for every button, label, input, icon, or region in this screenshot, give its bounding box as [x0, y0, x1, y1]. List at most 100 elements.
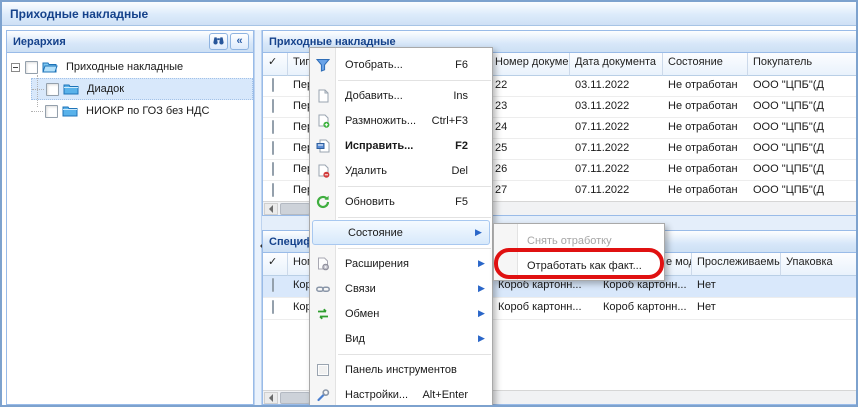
cell-check[interactable]: [263, 97, 288, 117]
tree-branch-line: [32, 89, 44, 90]
menu-item-label: Связи: [336, 283, 478, 295]
menu-item-вид[interactable]: Вид▶: [310, 326, 492, 351]
scroll-left-icon[interactable]: [264, 392, 278, 404]
hierarchy-title: Иерархия: [13, 36, 207, 48]
column-header-check[interactable]: ✓: [263, 53, 288, 76]
cell-date: 03.11.2022: [570, 97, 663, 117]
column-header-packing[interactable]: Упаковка: [781, 253, 858, 276]
tree-item-checkbox[interactable]: [45, 105, 58, 118]
cell-number: 25: [490, 139, 570, 159]
row-checkbox[interactable]: [272, 99, 274, 113]
row-checkbox[interactable]: [272, 300, 274, 314]
tree-item[interactable]: НИОКР по ГОЗ без НДС: [31, 100, 253, 122]
cell-state: Не отработан: [663, 118, 748, 138]
column-header-state[interactable]: Состояние: [663, 53, 748, 76]
menu-item-label: Добавить...: [336, 90, 453, 102]
tree-item[interactable]: Приходные накладные: [7, 56, 253, 78]
search-button[interactable]: [209, 33, 228, 50]
cell-date: 07.11.2022: [570, 181, 663, 201]
documents-title: Приходные накладные: [269, 36, 857, 48]
cell-date: 07.11.2022: [570, 118, 663, 138]
cell-state: Не отработан: [663, 160, 748, 180]
folder-closed-icon: [63, 83, 79, 96]
cell-check[interactable]: [263, 118, 288, 138]
cell-col_a: Короб картонн...: [493, 298, 598, 319]
menu-item-панель-инструментов[interactable]: Панель инструментов: [310, 357, 492, 382]
menu-separator: [338, 80, 491, 81]
menu-item-label: Размножить...: [336, 115, 432, 127]
menu-item-label: Расширения: [336, 258, 478, 270]
menu-item-обновить[interactable]: ОбновитьF5: [310, 189, 492, 214]
window-title: Приходные накладные: [10, 7, 148, 21]
column-header-number[interactable]: Номер документа.: [490, 53, 570, 76]
menu-item-удалить[interactable]: УдалитьDel: [310, 158, 492, 183]
cell-number: 23: [490, 97, 570, 117]
submenu-item-label: Снять отработку: [518, 235, 664, 247]
menu-item-добавить[interactable]: Добавить...Ins: [310, 83, 492, 108]
cell-traceable: Нет: [692, 276, 781, 297]
submenu-arrow-icon: ▶: [475, 227, 489, 238]
row-checkbox[interactable]: [272, 162, 274, 176]
page-minus-icon: [310, 164, 336, 178]
context-menu: Отобрать...F6Добавить...InsРазмножить...…: [309, 47, 493, 407]
menu-item-label: Удалить: [336, 165, 451, 177]
menu-item-исправить[interactable]: Исправить...F2: [310, 133, 492, 158]
cell-check[interactable]: [263, 160, 288, 180]
vertical-splitter[interactable]: [254, 30, 262, 405]
cell-number: 26: [490, 160, 570, 180]
submenu-arrow-icon: ▶: [478, 308, 492, 319]
filter-icon: [310, 58, 336, 72]
menu-item-shortcut: F5: [455, 196, 478, 208]
tree-item-checkbox[interactable]: [46, 83, 59, 96]
scroll-thumb[interactable]: [280, 392, 310, 404]
row-checkbox[interactable]: [272, 120, 274, 134]
cell-check[interactable]: [263, 298, 288, 319]
menu-item-shortcut: F6: [455, 59, 478, 71]
cell-traceable: Нет: [692, 298, 781, 319]
menu-item-label: Обновить: [336, 196, 455, 208]
tree-item-checkbox[interactable]: [25, 61, 38, 74]
cell-check[interactable]: [263, 139, 288, 159]
cell-check[interactable]: [263, 76, 288, 96]
menu-item-связи[interactable]: Связи▶: [310, 276, 492, 301]
app-window: Приходные накладные Иерархия « Приходные…: [0, 0, 858, 407]
cell-state: Не отработан: [663, 76, 748, 96]
hierarchy-panel: Иерархия « Приходные накладные Диадок НИОК…: [6, 30, 254, 405]
menu-item-label: Настройки...: [336, 389, 422, 401]
tree-branch-line: [31, 111, 43, 112]
chain-icon: [310, 282, 336, 296]
menu-item-расширения[interactable]: Расширения▶: [310, 251, 492, 276]
menu-item-размножить[interactable]: Размножить...Ctrl+F3: [310, 108, 492, 133]
hierarchy-tree: Приходные накладные Диадок НИОКР по ГОЗ бе…: [7, 53, 253, 122]
cell-check[interactable]: [263, 181, 288, 201]
refresh-icon: [310, 195, 336, 209]
collapse-panel-button[interactable]: «: [230, 33, 249, 50]
tree-item[interactable]: Диадок: [31, 78, 253, 100]
cell-buyer: ООО "ЦПБ"(Д: [748, 181, 858, 201]
tree-expander-icon[interactable]: [11, 63, 20, 72]
scroll-thumb[interactable]: [280, 203, 310, 215]
row-checkbox[interactable]: [272, 141, 274, 155]
row-checkbox[interactable]: [272, 278, 274, 292]
menu-item-состояние[interactable]: Состояние▶: [312, 220, 490, 245]
column-header-buyer[interactable]: Покупатель: [748, 53, 858, 76]
exchange-icon: [310, 307, 336, 321]
column-header-traceable[interactable]: Прослеживаемый: [692, 253, 781, 276]
window-title-bar: Приходные накладные: [2, 2, 856, 26]
cell-buyer: ООО "ЦПБ"(Д: [748, 118, 858, 138]
row-checkbox[interactable]: [272, 183, 274, 197]
menu-item-shortcut: Ctrl+F3: [432, 115, 478, 127]
column-header-check[interactable]: ✓: [263, 253, 288, 276]
annotation-highlight-oval: [494, 248, 664, 279]
tree-item-label: Диадок: [83, 81, 128, 97]
row-checkbox[interactable]: [272, 78, 274, 92]
menu-item-отобрать[interactable]: Отобрать...F6: [310, 52, 492, 77]
folder-closed-icon: [62, 105, 78, 118]
menu-item-обмен[interactable]: Обмен▶: [310, 301, 492, 326]
cell-check[interactable]: [263, 276, 288, 297]
menu-item-label: Исправить...: [336, 140, 455, 152]
menu-separator: [338, 217, 491, 218]
menu-item-настройки[interactable]: Настройки...Alt+Enter: [310, 382, 492, 407]
scroll-left-icon[interactable]: [264, 203, 278, 215]
column-header-date[interactable]: Дата документа: [570, 53, 663, 76]
